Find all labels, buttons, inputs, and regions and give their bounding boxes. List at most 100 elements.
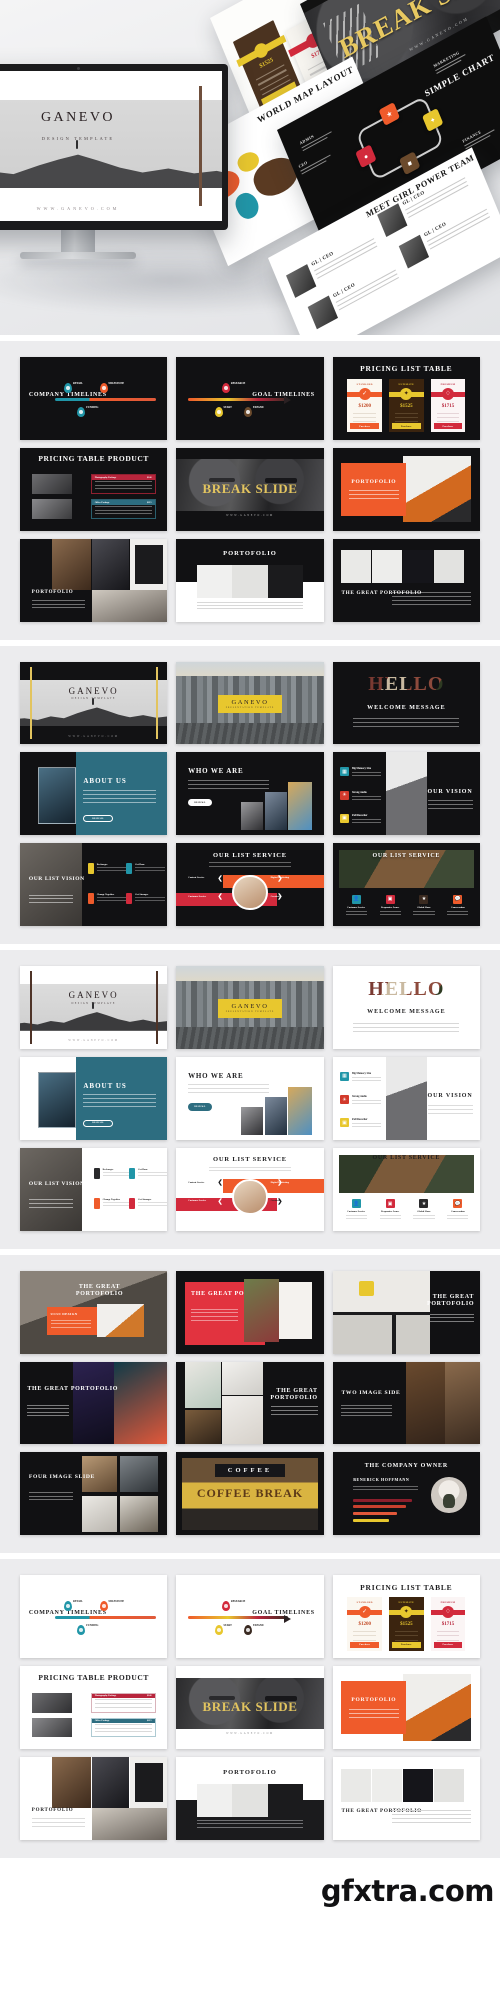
slide-break-light[interactable]: BREAK SLIDE WWW.GANEVO.COM <box>176 1666 324 1750</box>
slide-title: HELLO <box>333 673 480 696</box>
chevron-right-icon[interactable]: ❯ <box>277 893 282 900</box>
pricing-card-standard[interactable]: STANDARD ✓ $1200 Purchase <box>347 1596 382 1651</box>
slide-portofolio-cards[interactable]: PORTOFOLIO <box>176 538 324 622</box>
slide-great-portofolio-desk[interactable]: THE GREAT PORTOFOLIO <box>176 1361 324 1445</box>
slide-great-portofolio-night[interactable]: THE GREAT PORTOFOLIO <box>20 1361 168 1445</box>
slide-title: WHO WE ARE <box>188 767 244 776</box>
slide-title: PORTOFOLIO <box>31 590 74 596</box>
pricing-card-ultimate[interactable]: ULTIMATE ✦ $1525 Purchase <box>389 378 424 433</box>
slide-two-image-side[interactable]: TWO IMAGE SIDE <box>332 1361 480 1445</box>
slide-four-image[interactable]: FOUR IMAGE SLIDE <box>20 1452 168 1536</box>
question-icon <box>129 1167 136 1179</box>
slide-company-timelines-light[interactable]: COMPANY TIMELINES RETAIL FUNDING MILESTO… <box>20 1575 168 1659</box>
chevron-left-icon[interactable]: ❮ <box>218 1198 223 1205</box>
item-lines <box>138 1201 168 1208</box>
slide-cover-city-light[interactable]: GANEVO PRESENTATION TEMPLATE <box>176 966 324 1050</box>
slide-our-list-vision-dark[interactable]: OUR LIST VISION Recharger Get Done Chang… <box>20 843 168 927</box>
skill-bar <box>353 1505 407 1509</box>
purchase-button[interactable]: Purchase <box>433 1641 463 1648</box>
slide-hello-dark[interactable]: HELLO WELCOME MESSAGE <box>332 661 480 745</box>
slide-pricing-table-product-light[interactable]: PRICING TABLE PRODUCT Photography Packag… <box>20 1666 168 1750</box>
row-label: Office Package <box>94 501 110 504</box>
purchase-button[interactable]: Purchase <box>433 423 463 430</box>
read-all-button[interactable]: READ ALL <box>83 815 113 823</box>
body-lines <box>428 1105 473 1117</box>
slide-goal-timelines[interactable]: GOAL TIMELINES RESEARCH START EXPAND <box>176 357 324 440</box>
slide-company-timelines[interactable]: COMPANY TIMELINES RETAIL FUNDING MILESTO… <box>20 357 168 440</box>
slide-coffee-break[interactable]: COFFEE COFFEE BREAK <box>176 1452 324 1536</box>
slide-hello-light[interactable]: HELLO WELCOME MESSAGE <box>332 966 480 1050</box>
slide-portofolio-grid-light[interactable]: PORTOFOLIO <box>20 1757 168 1840</box>
pricing-row[interactable]: Office Package $215 <box>90 1717 156 1738</box>
photo <box>96 1303 144 1338</box>
chevron-left-icon[interactable]: ❮ <box>218 893 223 900</box>
chevron-left-icon[interactable]: ❮ <box>218 1179 223 1186</box>
slide-our-list-vision-light[interactable]: OUR LIST VISION Recharger Get Done Chang… <box>20 1147 168 1231</box>
thumbnail <box>341 550 371 584</box>
slide-great-portofolio-shelf[interactable]: THE GREAT PORTOFOLIO <box>332 1270 480 1354</box>
slide-subtitle: PRESENTATION TEMPLATE <box>225 1011 275 1014</box>
slide-great-portofolio-row-light[interactable]: THE GREAT PORTOFOLIO <box>332 1757 480 1840</box>
pricing-row[interactable]: Photography Package $140 <box>90 1692 156 1713</box>
slide-great-portofolio-device[interactable]: THE GREAT PORTOFOLIO UI/UI DESIGN <box>20 1270 168 1354</box>
slide-our-vision-light[interactable]: ▦ Big Memory Size ☀ Strong Audio ▣ Full … <box>332 1057 480 1140</box>
slide-our-list-service-light[interactable]: OUR LIST SERVICE Content Service Digital… <box>176 1147 324 1231</box>
pricing-card-premium[interactable]: PREMIUM ♢ $1715 Purchase <box>430 1596 466 1651</box>
slide-portofolio-cards-light[interactable]: PORTOFOLIO <box>176 1757 324 1840</box>
slide-our-list-service-photo-light[interactable]: OUR LIST SERVICE 👤 Customer Service ▣ Re… <box>332 1147 480 1231</box>
item-lines <box>96 897 128 903</box>
pricing-card-ultimate[interactable]: ULTIMATE ✦ $1525 Purchase <box>389 1596 424 1651</box>
photo <box>114 1361 168 1445</box>
pricing-row[interactable]: Photography Package $140 <box>90 474 156 495</box>
slide-about-us-dark[interactable]: ABOUT US READ ALL <box>20 752 168 836</box>
pricing-card-standard[interactable]: STANDARD ✓ $1200 Purchase <box>347 378 382 433</box>
purchase-button[interactable]: Purchase <box>392 1641 421 1648</box>
slide-goal-timelines-light[interactable]: GOAL TIMELINES RESEARCH START EXPAND <box>176 1575 324 1659</box>
service-label: Content Service <box>188 876 205 880</box>
purchase-button[interactable]: Purchase <box>350 1641 379 1648</box>
slide-cover-ganevo-dark[interactable]: GANEVO DESIGN TEMPLATE WWW.GANEVO.COM <box>20 661 168 745</box>
slide-great-portofolio-red[interactable]: THE GREAT PORTOFOLIO <box>176 1270 324 1354</box>
slide-cover-city-dark[interactable]: GANEVO PRESENTATION TEMPLATE <box>176 661 324 745</box>
body-lines <box>83 789 156 806</box>
slide-about-us-light[interactable]: ABOUT US READ ALL <box>20 1057 168 1140</box>
slide-pricing-list-table-light[interactable]: PRICING LIST TABLE STANDARD ✓ $1200 Purc… <box>332 1575 480 1659</box>
star-icon: ✦ <box>400 387 413 400</box>
thumbnail <box>341 1768 371 1802</box>
slide-cover-ganevo-light[interactable]: GANEVO DESIGN TEMPLATE WWW.GANEVO.COM <box>20 966 168 1050</box>
purchase-button[interactable]: Purchase <box>350 423 379 430</box>
row-header: Office Package $215 <box>91 500 155 505</box>
slide-who-we-are-light[interactable]: WHO WE ARE READ ALL <box>176 1057 324 1140</box>
pricing-row[interactable]: Office Package $215 <box>90 499 156 520</box>
slide-our-vision-dark[interactable]: ▦ Big Memory Size ☀ Strong Audio ▣ Full … <box>332 752 480 836</box>
read-all-button[interactable]: READ ALL <box>188 1103 212 1111</box>
service-label: Content Service <box>188 1181 205 1185</box>
photo <box>92 590 168 622</box>
slide-portofolio-orange-light[interactable]: PORTOFOLIO <box>332 1666 480 1750</box>
slide-pricing-list-table[interactable]: PRICING LIST TABLE STANDARD ✓ $1200 Purc… <box>332 357 480 440</box>
chevron-left-icon[interactable]: ❮ <box>218 875 223 882</box>
item-lines <box>135 867 166 873</box>
pricing-card-premium[interactable]: PREMIUM ♢ $1715 Purchase <box>430 378 466 433</box>
item-lines <box>341 1215 370 1220</box>
slide-who-we-are-dark[interactable]: WHO WE ARE READ ALL <box>176 752 324 836</box>
chevron-right-icon[interactable]: ❯ <box>277 1198 282 1205</box>
purchase-button[interactable]: Purchase <box>392 423 421 430</box>
chevron-right-icon[interactable]: ❯ <box>277 875 282 882</box>
read-all-button[interactable]: READ ALL <box>83 1119 113 1127</box>
slide-pricing-table-product[interactable]: PRICING TABLE PRODUCT Photography Packag… <box>20 447 168 531</box>
mountain-graphic <box>0 154 222 188</box>
slide-our-list-service-photo-dark[interactable]: OUR LIST SERVICE 👤 Customer Service ▣ Re… <box>332 843 480 927</box>
chevron-right-icon[interactable]: ❯ <box>277 1179 282 1186</box>
slide-great-portofolio-row[interactable]: THE GREAT PORTOFOLIO <box>332 538 480 622</box>
slide-break[interactable]: BREAK SLIDE WWW.GANEVO.COM <box>176 447 324 531</box>
photo <box>81 1495 118 1532</box>
slide-portofolio-grid[interactable]: PORTOFOLIO <box>20 538 168 622</box>
slide-company-owner[interactable]: THE COMPANY OWNER BENERICK HOFFMANN <box>332 1452 480 1536</box>
read-all-button[interactable]: READ ALL <box>188 798 212 807</box>
slide-portofolio-orange[interactable]: PORTOFOLIO <box>332 447 480 531</box>
global-icon: ★ <box>419 894 429 904</box>
screen-band-top <box>0 71 222 100</box>
check-icon: ✓ <box>358 387 371 400</box>
slide-our-list-service-dark[interactable]: OUR LIST SERVICE Content Service Digital… <box>176 843 324 927</box>
